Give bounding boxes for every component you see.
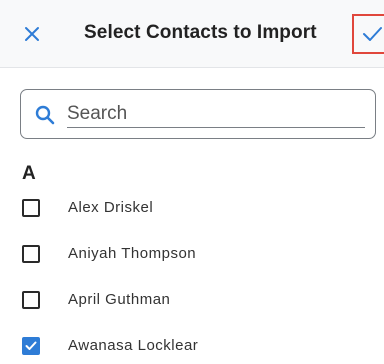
close-icon — [25, 27, 39, 41]
contact-row[interactable]: Awanasa Locklear — [0, 326, 384, 364]
contact-checkbox[interactable] — [22, 291, 40, 309]
checkmark-icon — [25, 341, 37, 350]
contact-name: April Guthman — [68, 291, 171, 308]
contact-name: Aniyah Thompson — [68, 245, 197, 262]
search-box[interactable] — [20, 89, 376, 139]
page-title: Select Contacts to Import — [84, 22, 317, 43]
section-header-a: A — [22, 163, 36, 184]
header-bar: Select Contacts to Import — [0, 0, 384, 68]
contact-checkbox[interactable] — [22, 337, 40, 355]
search-underline — [67, 127, 365, 128]
confirm-button[interactable] — [352, 14, 384, 54]
contact-row[interactable]: Aniyah Thompson — [0, 234, 384, 274]
contact-checkbox[interactable] — [22, 199, 40, 217]
contact-name: Awanasa Locklear — [68, 337, 199, 354]
check-icon — [363, 27, 382, 41]
contact-row[interactable]: April Guthman — [0, 280, 384, 320]
search-input[interactable] — [67, 100, 367, 128]
contact-name: Alex Driskel — [68, 199, 154, 216]
contact-row[interactable]: Alex Driskel — [0, 188, 384, 228]
contact-checkbox[interactable] — [22, 245, 40, 263]
close-button[interactable] — [18, 20, 46, 48]
search-icon — [35, 105, 55, 125]
